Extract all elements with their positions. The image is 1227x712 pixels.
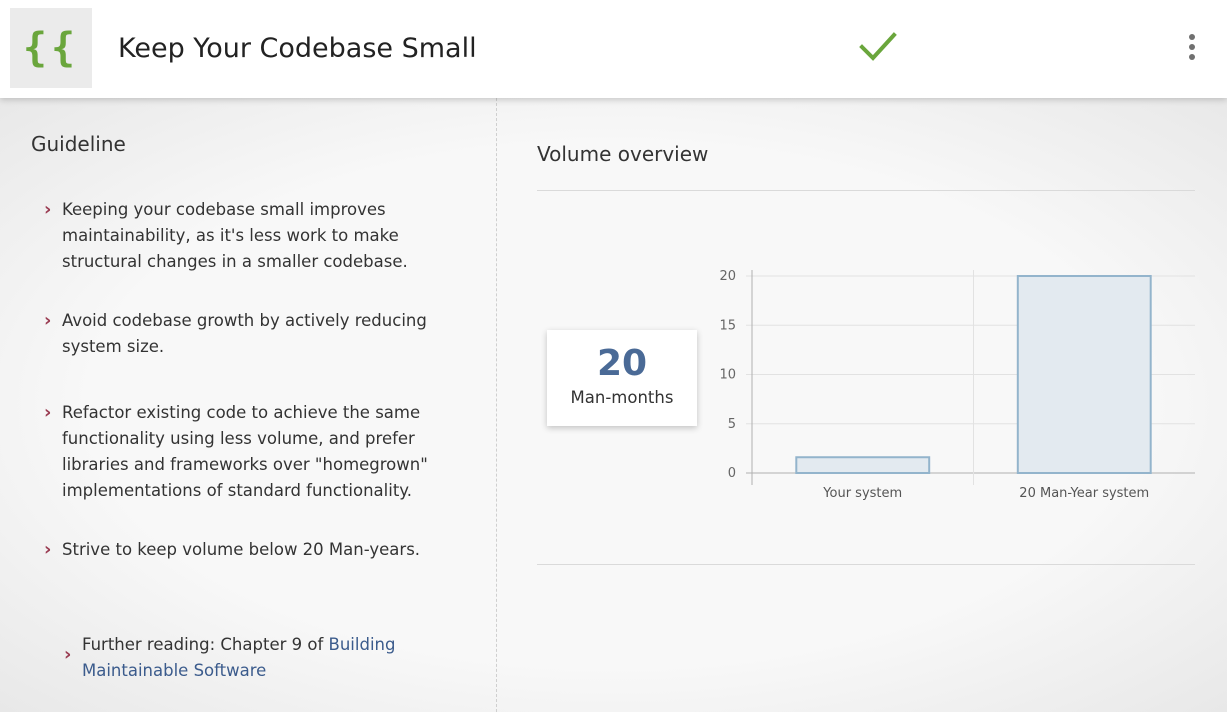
page-title: Keep Your Codebase Small	[118, 33, 477, 64]
chevron-right-icon: ›	[44, 199, 52, 220]
y-tick-label: 5	[728, 417, 736, 432]
app-header: {{ Keep Your Codebase Small	[0, 0, 1227, 98]
chevron-right-icon: ›	[44, 402, 52, 423]
bar	[795, 456, 931, 475]
guideline-item-text: Keeping your codebase small improves mai…	[62, 200, 408, 271]
chevron-right-icon: ›	[44, 310, 52, 331]
bar	[1016, 275, 1152, 474]
guideline-panel: Guideline › Keeping your codebase small …	[0, 98, 497, 712]
volume-title: Volume overview	[537, 142, 709, 166]
guideline-item-text: Avoid codebase growth by actively reduci…	[62, 311, 427, 356]
guideline-item: › Refactor existing code to achieve the …	[44, 400, 444, 504]
kpi-unit: Man-months	[570, 388, 674, 407]
main-content: Guideline › Keeping your codebase small …	[0, 98, 1227, 712]
guideline-item-text: Refactor existing code to achieve the sa…	[62, 403, 428, 500]
further-reading: › Further reading: Chapter 9 of Building…	[64, 632, 444, 684]
x-tick-label: 20 Man-Year system	[1019, 486, 1149, 501]
chevron-right-icon: ›	[64, 644, 72, 665]
kpi-value: 20	[596, 343, 648, 384]
guideline-item: › Keeping your codebase small improves m…	[44, 197, 444, 275]
guideline-title: Guideline	[31, 132, 126, 156]
y-tick-label: 20	[719, 269, 736, 284]
chevron-right-icon: ›	[44, 539, 52, 560]
y-tick-label: 0	[728, 466, 736, 481]
y-tick-label: 10	[719, 368, 736, 383]
guideline-item: › Avoid codebase growth by actively redu…	[44, 308, 444, 360]
divider	[537, 190, 1195, 191]
app-logo: {{	[10, 8, 92, 88]
x-tick-label: Your system	[822, 486, 902, 501]
checkmark-icon	[859, 32, 897, 61]
volume-bar-chart: 0 5 10 15 20 Your system 20 Man-Year system	[719, 269, 1195, 501]
guideline-item: › Strive to keep volume below 20 Man-yea…	[44, 537, 444, 563]
braces-icon: {{	[22, 25, 80, 71]
y-tick-label: 15	[719, 318, 736, 333]
further-reading-text: Further reading: Chapter 9 of	[82, 635, 329, 654]
divider	[537, 564, 1195, 565]
more-vert-icon[interactable]	[1180, 34, 1204, 64]
volume-kpi-card: 20 Man-months	[547, 330, 697, 426]
guideline-item-text: Strive to keep volume below 20 Man-years…	[62, 540, 421, 559]
